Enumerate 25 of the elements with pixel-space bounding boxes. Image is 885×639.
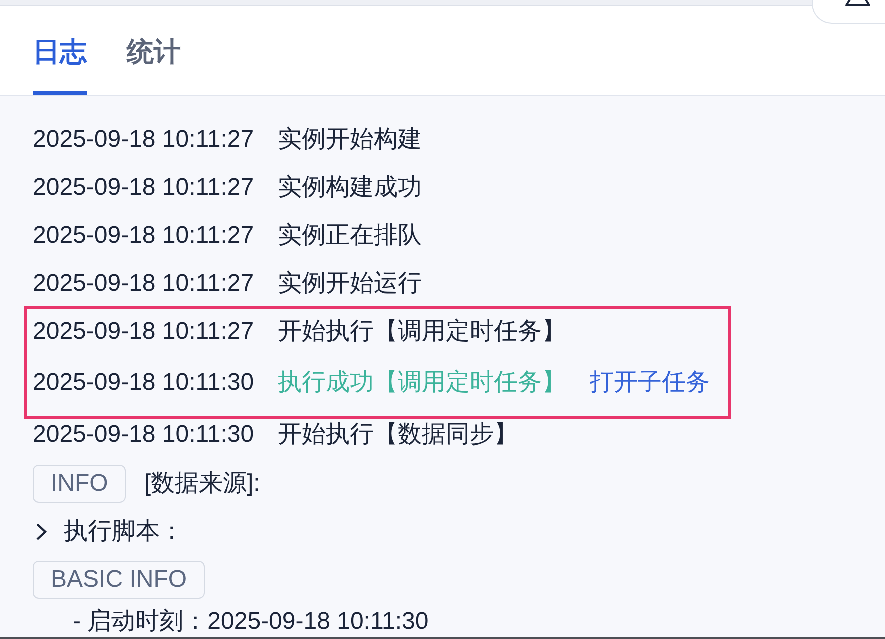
log-timestamp: 2025-09-18 10:11:27 xyxy=(33,174,254,202)
log-message: 实例开始构建 xyxy=(278,126,422,154)
log-message: 开始执行【数据同步】 xyxy=(278,421,518,449)
subtask-link[interactable]: 打开子任务 xyxy=(590,369,710,397)
section-label[interactable]: 执行脚本： xyxy=(64,518,184,546)
log-tag: BASIC INFO xyxy=(33,561,206,599)
log-timestamp: 2025-09-18 10:11:27 xyxy=(33,126,254,154)
triangle-icon xyxy=(845,0,871,7)
log-timestamp: 2025-09-18 10:11:27 xyxy=(33,222,254,250)
log-message: 实例构建成功 xyxy=(278,174,422,202)
detail-text: - 启动时刻：2025-09-18 10:11:30 xyxy=(73,608,429,636)
log-timestamp: 2025-09-18 10:11:27 xyxy=(33,318,254,346)
log-message: 开始执行【调用定时任务】 xyxy=(278,318,566,346)
log-timestamp: 2025-09-18 10:11:30 xyxy=(33,369,254,397)
log-timestamp: 2025-09-18 10:11:27 xyxy=(33,270,254,298)
log-tag: INFO xyxy=(33,465,126,503)
log-timestamp: 2025-09-18 10:11:30 xyxy=(33,421,254,449)
top-right-button[interactable] xyxy=(812,0,885,24)
chevron-icon[interactable] xyxy=(36,523,47,541)
log-message: 执行成功【调用定时任务】 xyxy=(278,369,566,397)
log-text: [数据来源]: xyxy=(144,470,260,498)
log-message: 实例正在排队 xyxy=(278,222,422,250)
tab[interactable]: 日志 xyxy=(33,38,87,95)
log-message: 实例开始运行 xyxy=(278,270,422,298)
tab[interactable]: 统计 xyxy=(127,38,181,95)
